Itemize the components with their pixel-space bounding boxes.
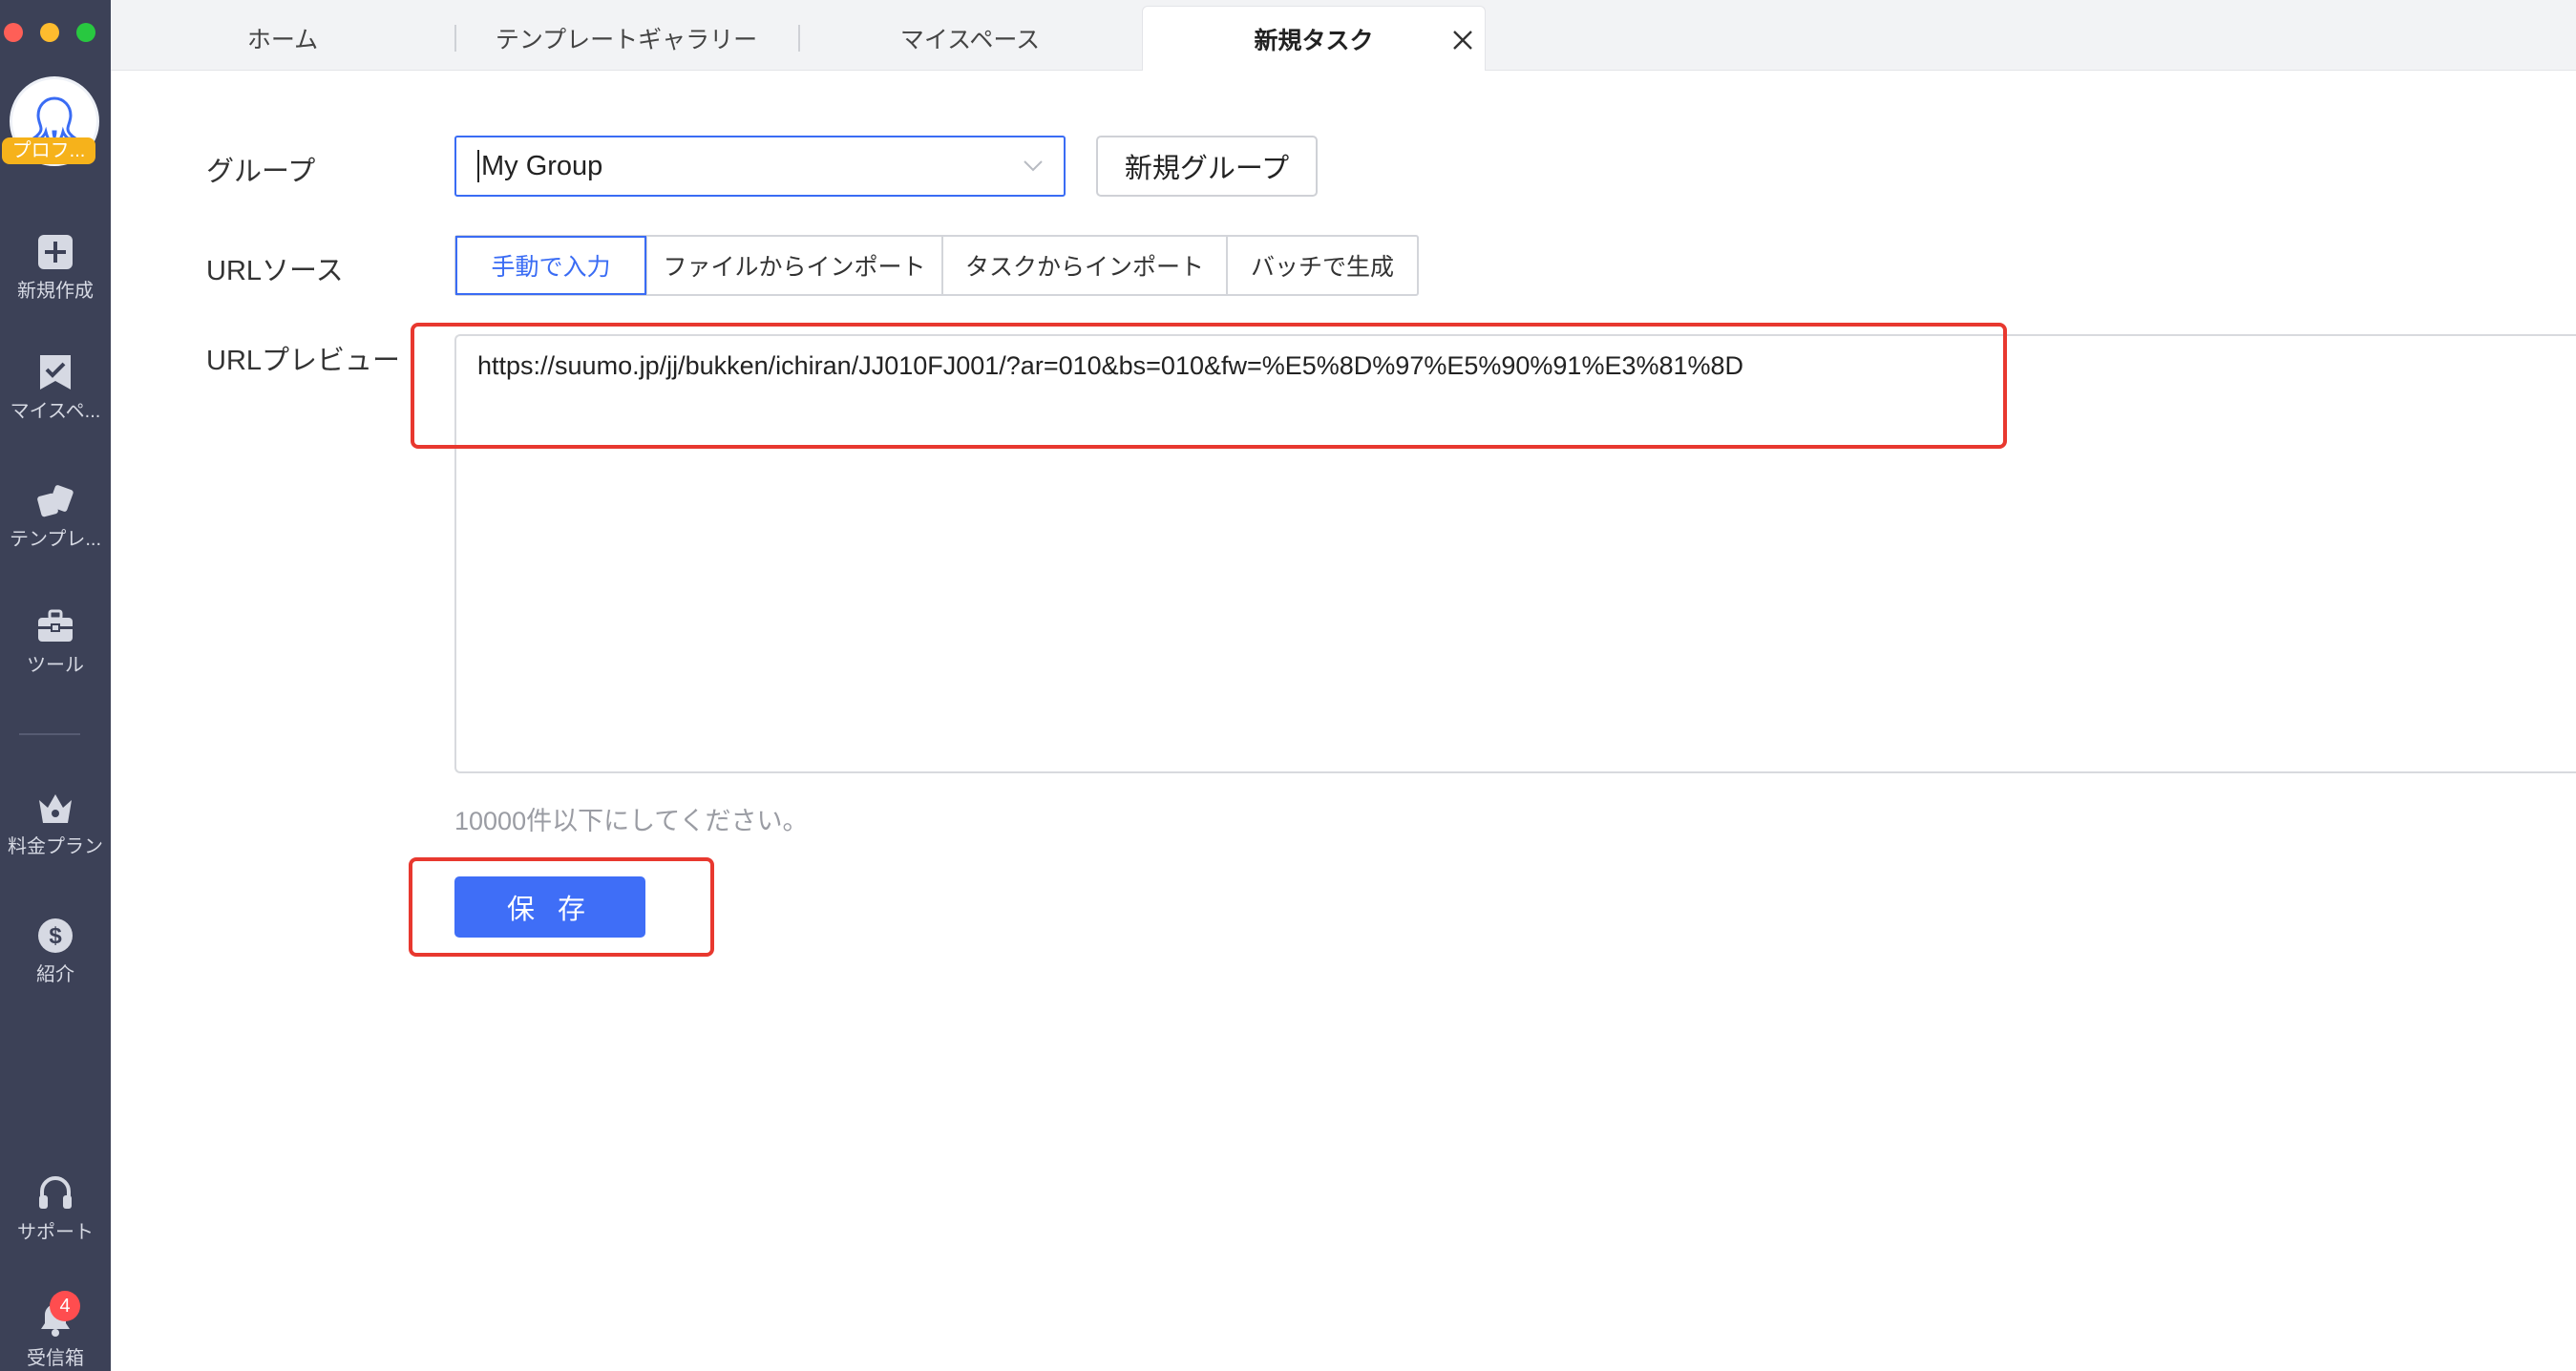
sidebar-item-new[interactable]: 新規作成: [0, 233, 111, 303]
url-source-segmented: 手動で入力 ファイルからインポート タスクからインポート バッチで生成: [454, 235, 1419, 296]
sidebar-item-label: 料金プラン: [8, 836, 103, 857]
template-icon: [37, 485, 74, 517]
sidebar-item-label: 受信箱: [27, 1348, 84, 1369]
sidebar-item-pricing[interactable]: 料金プラン: [0, 789, 111, 858]
sidebar-item-label: サポート: [17, 1222, 94, 1243]
url-source-task-import[interactable]: タスクからインポート: [941, 237, 1226, 294]
text-cursor: [477, 150, 479, 182]
sidebar-item-label: ツール: [27, 655, 84, 676]
sidebar-item-myspace[interactable]: マイスペ...: [0, 353, 111, 423]
window-close-button[interactable]: [4, 23, 23, 42]
close-icon: [1453, 31, 1472, 50]
annotation-highlight-url: [411, 323, 2007, 449]
url-source-manual[interactable]: 手動で入力: [455, 236, 646, 295]
url-source-batch[interactable]: バッチで生成: [1226, 237, 1417, 294]
app-window: プロフ... 新規作成 マイスペ... テンプレ... ツール 料金プラン $ …: [0, 0, 2576, 1371]
notification-badge: 4: [50, 1291, 80, 1321]
bookmark-check-icon: [40, 355, 71, 390]
url-preview-label: URLプレビュー: [206, 346, 401, 376]
tab-home[interactable]: ホーム: [111, 6, 454, 71]
window-minimize-button[interactable]: [40, 23, 59, 42]
crown-icon: [39, 794, 72, 823]
annotation-highlight-save: [409, 857, 714, 957]
sidebar-item-referral[interactable]: $ 紹介: [0, 917, 111, 986]
chevron-down-icon: [1024, 160, 1043, 172]
url-limit-hint: 10000件以下にしてください。: [454, 807, 809, 835]
toolbox-icon: [38, 609, 73, 642]
tab-bar: ホーム テンプレートギャラリー マイスペース 新規タスク: [111, 0, 2576, 71]
group-label: グループ: [206, 157, 316, 187]
sidebar-item-label: テンプレ...: [9, 529, 102, 550]
sidebar-item-tools[interactable]: ツール: [0, 607, 111, 677]
url-source-file-import[interactable]: ファイルからインポート: [645, 237, 941, 294]
tab-new-task-label: 新規タスク: [1254, 27, 1374, 54]
sidebar-item-templates[interactable]: テンプレ...: [0, 481, 111, 551]
plus-square-icon: [38, 235, 73, 269]
sidebar: プロフ... 新規作成 マイスペ... テンプレ... ツール 料金プラン $ …: [0, 0, 111, 1371]
tab-new-task[interactable]: 新規タスク: [1142, 6, 1486, 71]
group-select-value: My Group: [481, 150, 603, 181]
sidebar-item-label: マイスペ...: [10, 401, 101, 422]
profile-badge[interactable]: プロフ...: [2, 137, 95, 164]
close-tab-button[interactable]: [1448, 26, 1477, 54]
sidebar-item-support[interactable]: サポート: [0, 1174, 111, 1244]
headset-icon: [39, 1176, 72, 1209]
tab-myspace[interactable]: マイスペース: [798, 6, 1142, 71]
svg-text:$: $: [49, 923, 62, 949]
new-group-button[interactable]: 新規グループ: [1096, 136, 1318, 197]
dollar-icon: $: [38, 918, 73, 953]
sidebar-item-label: 紹介: [36, 964, 74, 985]
tab-template-gallery[interactable]: テンプレートギャラリー: [454, 6, 798, 71]
window-zoom-button[interactable]: [76, 23, 95, 42]
group-select[interactable]: My Group: [454, 136, 1066, 197]
sidebar-divider: [19, 733, 80, 735]
sidebar-item-label: 新規作成: [17, 281, 94, 302]
url-source-label: URLソース: [206, 256, 344, 286]
